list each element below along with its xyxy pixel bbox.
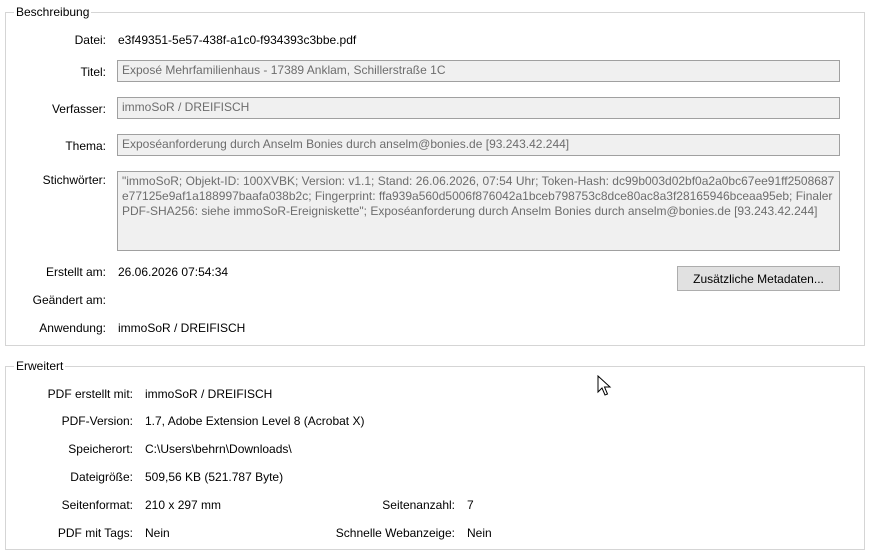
filesize-label: Dateigröße: [70,470,133,484]
pagecount-value: 7 [467,498,474,512]
producer-label: PDF erstellt mit: [47,387,133,401]
description-legend: Beschreibung [16,5,90,19]
application-label: Anwendung: [39,321,106,335]
pagecount-label: Seitenanzahl: [382,498,455,512]
advanced-group: Erweitert [5,359,865,550]
keywords-field[interactable]: "immoSoR; Objekt-ID: 100XVBK; Version: v… [117,171,840,251]
keywords-label: Stichwörter: [42,173,106,187]
author-field[interactable]: immoSoR / DREIFISCH [117,97,840,119]
fast-web-view-label: Schnelle Webanzeige: [335,526,455,540]
tagged-pdf-label: PDF mit Tags: [57,526,133,540]
subject-field[interactable]: Exposéanforderung durch Anselm Bonies du… [117,134,840,156]
created-value: 26.06.2026 07:54:34 [118,265,229,279]
title-field[interactable]: Exposé Mehrfamilienhaus - 17389 Anklam, … [117,60,840,82]
location-label: Speicherort: [68,442,133,456]
modified-label: Geändert am: [32,293,106,307]
application-value: immoSoR / DREIFISCH [118,321,246,335]
pdf-version-value: 1.7, Adobe Extension Level 8 (Acrobat X) [145,414,365,428]
mouse-pointer-icon [597,375,612,396]
document-properties-panel: Beschreibung Datei: e3f49351-5e57-438f-a… [0,0,870,556]
fast-web-view-value: Nein [467,526,492,540]
file-value: e3f49351-5e57-438f-a1c0-f934393c3bbe.pdf [118,33,357,47]
more-metadata-button[interactable]: Zusätzliche Metadaten... [677,266,840,291]
tagged-pdf-value: Nein [145,526,170,540]
file-label: Datei: [74,33,106,47]
author-label: Verfasser: [51,102,106,116]
created-label: Erstellt am: [45,265,106,279]
pdf-version-label: PDF-Version: [61,414,133,428]
advanced-legend: Erweitert [16,359,64,373]
producer-value: immoSoR / DREIFISCH [145,387,273,401]
pagesize-value: 210 x 297 mm [145,498,222,512]
subject-label: Thema: [65,139,106,153]
filesize-value: 509,56 KB (521.787 Byte) [145,470,284,484]
title-label: Titel: [80,65,106,79]
pagesize-label: Seitenformat: [61,498,133,512]
location-value: C:\Users\behrn\Downloads\ [145,442,292,456]
